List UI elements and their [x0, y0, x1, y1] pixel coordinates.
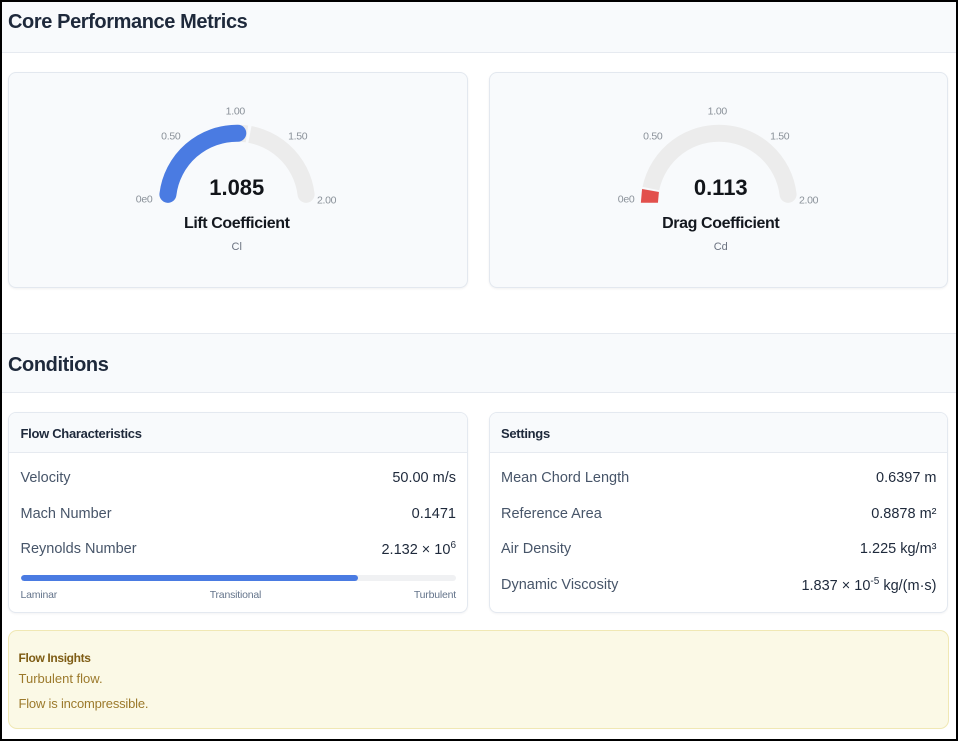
svg-text:1.50: 1.50 — [770, 131, 790, 143]
svg-text:1.50: 1.50 — [288, 131, 308, 143]
svg-text:1.00: 1.00 — [226, 105, 246, 117]
svg-text:1.00: 1.00 — [708, 105, 728, 117]
svg-text:0.50: 0.50 — [643, 131, 663, 143]
svg-text:0.50: 0.50 — [161, 131, 181, 143]
